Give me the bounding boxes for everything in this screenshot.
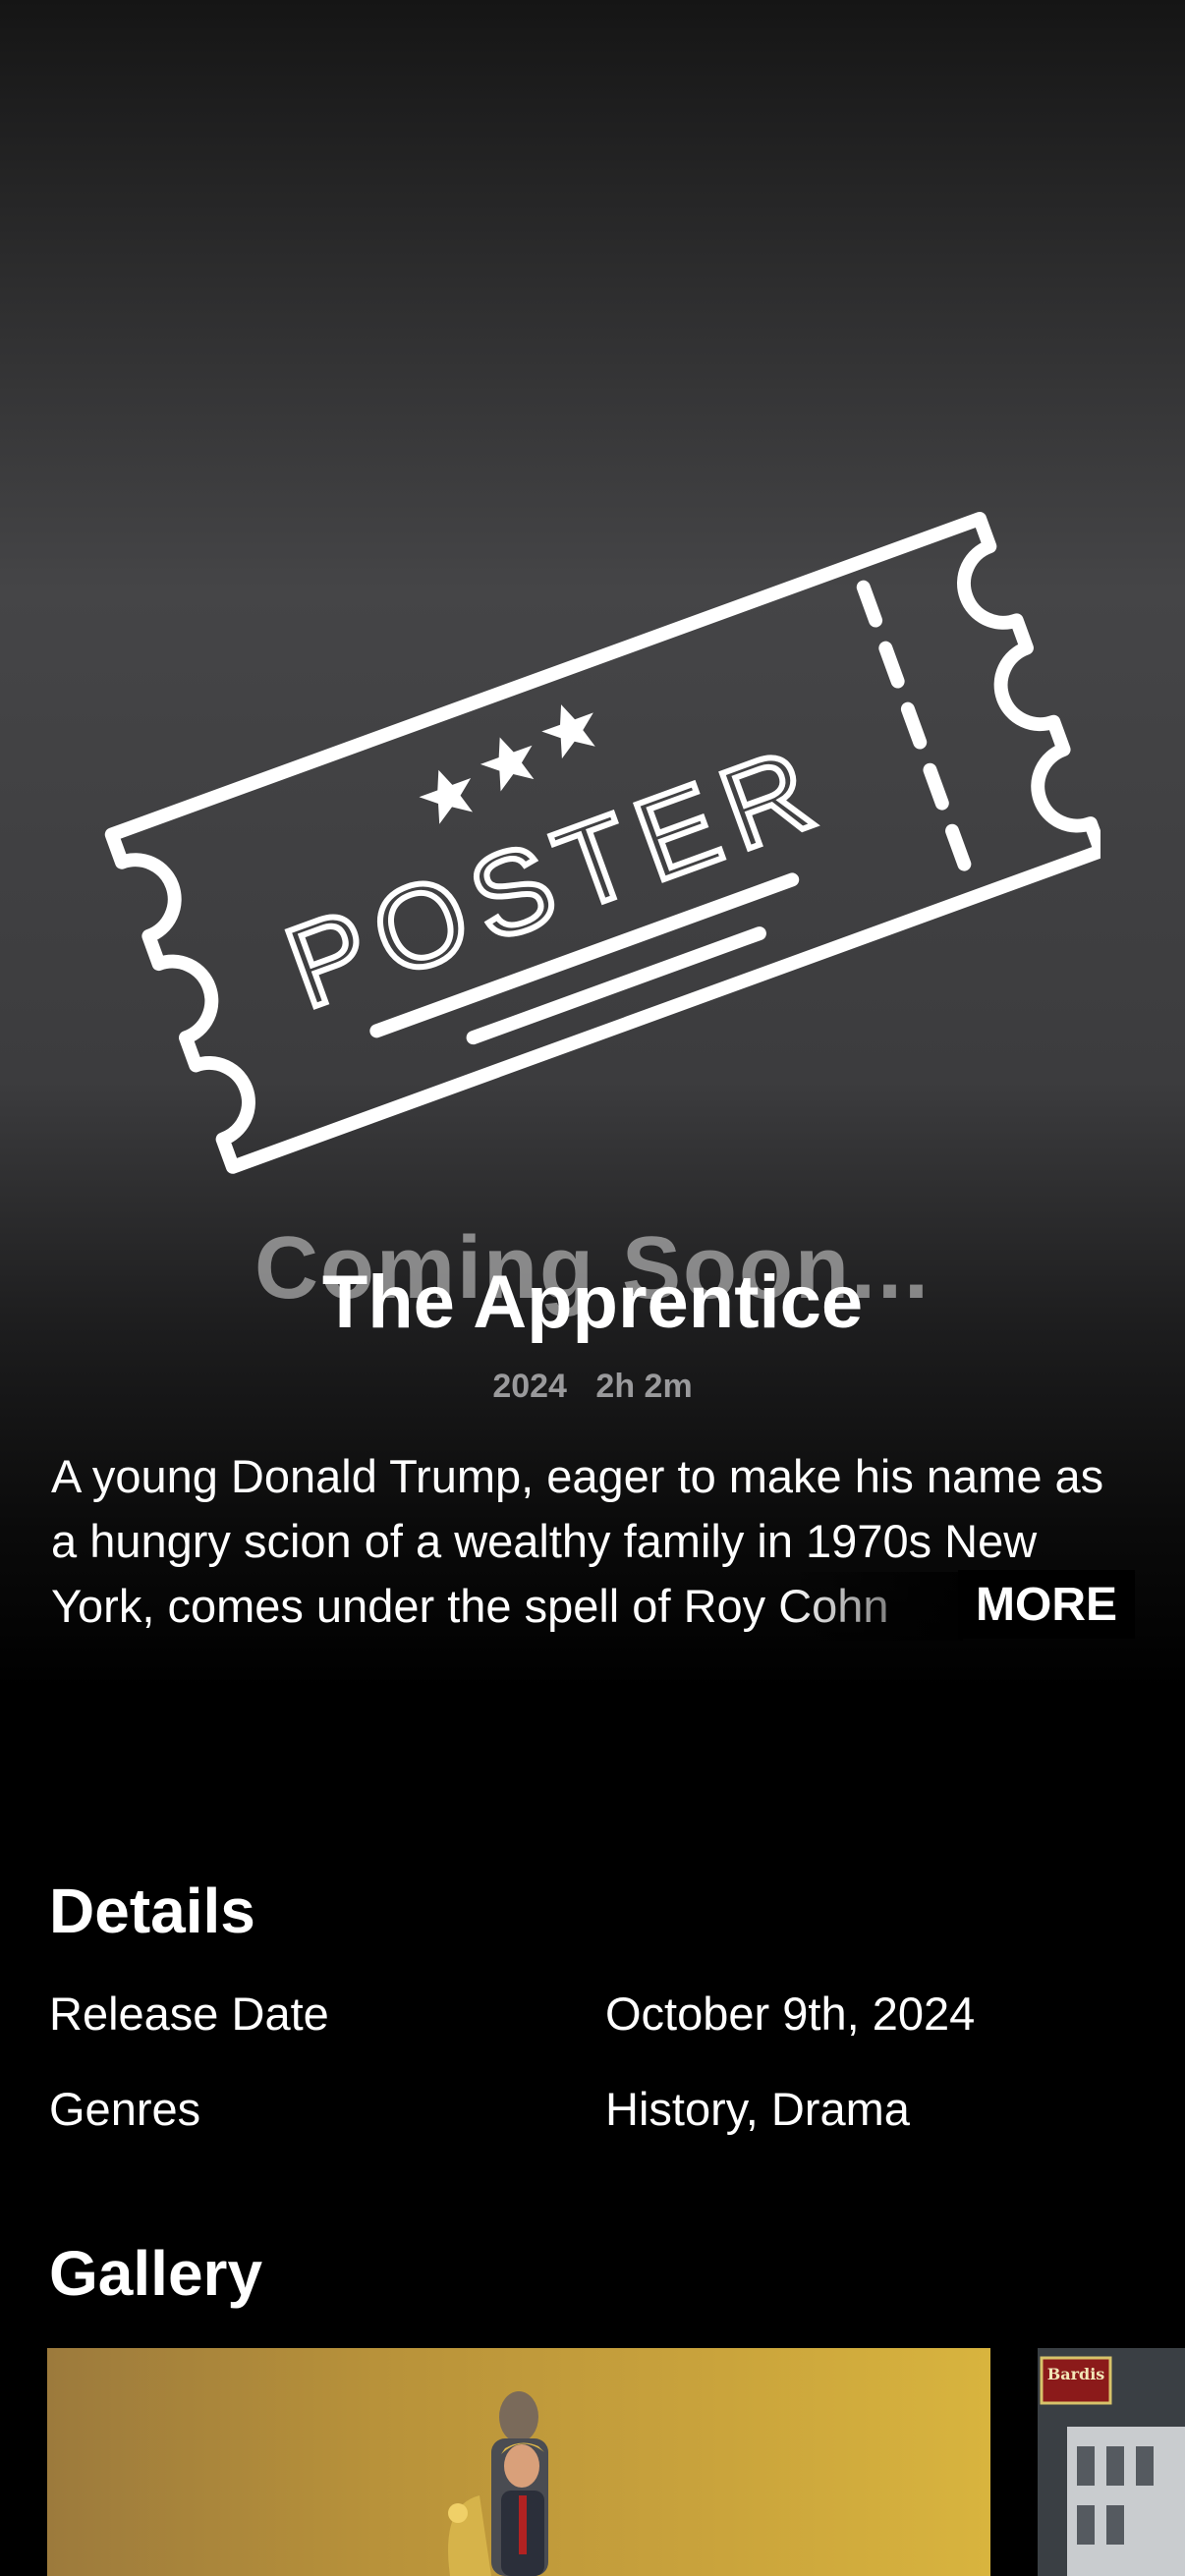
movie-meta: 2024 2h 2m [0,1368,1185,1406]
poster-placeholder-ticket-icon: POSTER [104,511,1100,1174]
gallery-figures-image [448,2391,548,2576]
details-heading: Details [49,1876,255,1946]
more-button[interactable]: MORE [958,1570,1135,1639]
gallery-sign-text: Bardis [1047,2365,1105,2383]
gallery-image-2[interactable]: Bardis [1038,2348,1185,2576]
detail-label-genres: Genres [49,2083,201,2135]
movie-title: The Apprentice [321,1260,864,1344]
detail-value-release-date: October 9th, 2024 [605,1988,976,2040]
poster-placeholder-label: POSTER [271,720,841,1034]
detail-label-release-date: Release Date [49,1988,329,2040]
gallery-image-1[interactable] [47,2348,990,2576]
gallery-street-image: Bardis [1038,2348,1185,2576]
detail-value-genres: History, Drama [605,2083,910,2135]
synopsis-fade [786,1572,963,1641]
movie-year: 2024 [492,1368,567,1405]
gallery-heading: Gallery [49,2238,263,2309]
movie-runtime: 2h 2m [595,1368,693,1405]
